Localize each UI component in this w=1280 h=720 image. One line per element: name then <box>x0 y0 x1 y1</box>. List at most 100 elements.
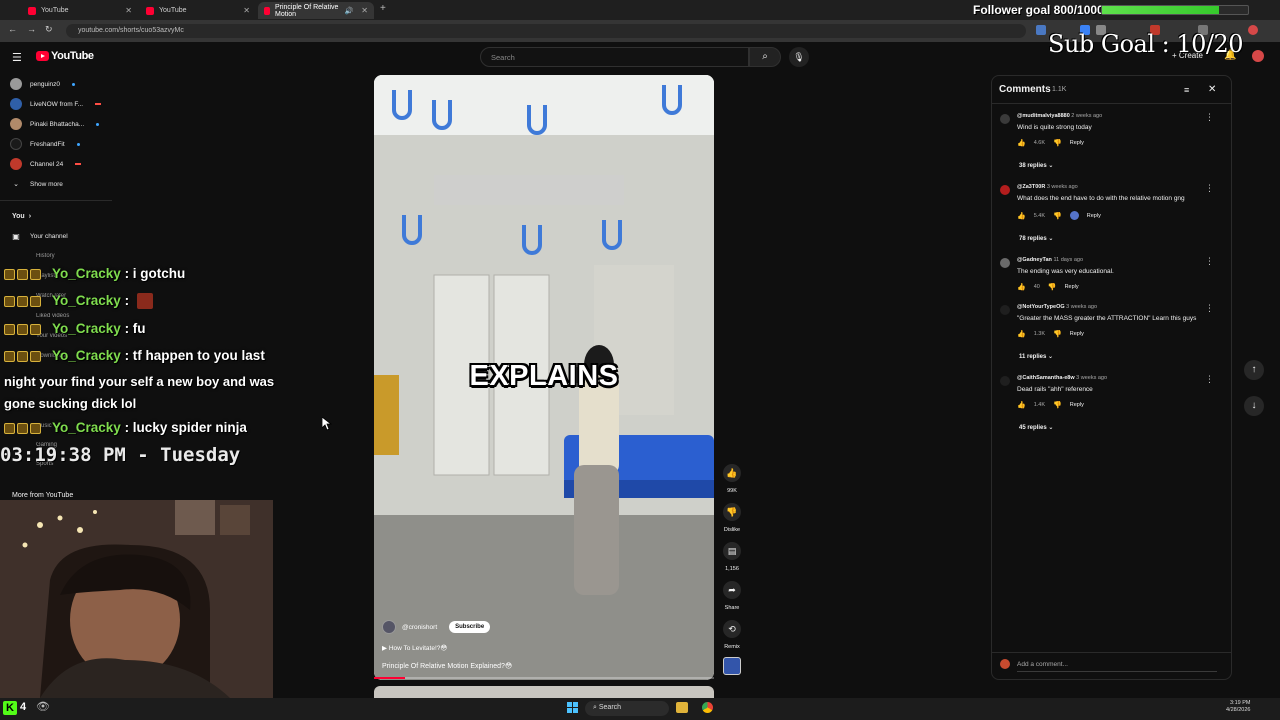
menu-hamburger-icon[interactable]: ☰ <box>12 51 22 64</box>
view-replies-button[interactable]: 45 replies ⌄ <box>1019 424 1053 431</box>
browser-tab-youtube-1[interactable]: YouTube ✕ <box>22 2 138 19</box>
youtube-logo-text[interactable]: YouTube <box>51 50 94 62</box>
reply-button[interactable]: Reply <box>1087 213 1101 219</box>
reload-icon[interactable]: ↻ <box>45 24 53 35</box>
sidebar-item-history[interactable]: History <box>36 253 55 259</box>
play-icon: ▶ <box>382 645 387 652</box>
comment-more-icon[interactable]: ⋮ <box>1205 183 1214 194</box>
windows-start-icon[interactable] <box>567 702 578 713</box>
thumbs-down-icon[interactable]: 👎 <box>1053 212 1062 220</box>
chat-message-continuation: night your find your self a new boy and … <box>4 374 275 411</box>
thumbs-up-icon[interactable]: 👍 <box>1017 330 1026 338</box>
reply-button[interactable]: Reply <box>1070 140 1084 146</box>
remix-button[interactable]: ⟲ <box>723 620 741 638</box>
next-short-arrow-down-icon[interactable]: ↓ <box>1244 396 1264 416</box>
new-tab-icon[interactable]: + <box>380 3 386 14</box>
sidebar-sub-pinaki[interactable]: Pinaki Bhattacha... <box>10 116 100 132</box>
thumbs-up-icon[interactable]: 👍 <box>1017 212 1026 220</box>
related-video-link[interactable]: ▶ How To Levitate!?😳 <box>382 644 447 652</box>
profile-avatar-icon[interactable] <box>1248 25 1258 35</box>
sidebar-sub-channel24[interactable]: Channel 24 <box>10 156 82 172</box>
thumbs-down-icon[interactable]: 👎 <box>1053 139 1062 147</box>
sidebar-show-more[interactable]: ⌄ Show more <box>10 176 63 192</box>
commenter-avatar[interactable] <box>1000 258 1010 268</box>
video-progress-bar[interactable] <box>374 677 714 679</box>
sidebar-item-liked-videos[interactable]: Liked videos <box>36 313 69 319</box>
reply-button[interactable]: Reply <box>1070 331 1084 337</box>
close-tab-icon[interactable]: ✕ <box>361 6 368 15</box>
chat-badges-icon <box>4 422 48 435</box>
add-comment-field[interactable]: Add a comment... <box>1000 659 1068 669</box>
thumbs-down-icon[interactable]: 👎 <box>1053 401 1062 409</box>
view-replies-button[interactable]: 38 replies ⌄ <box>1019 162 1053 169</box>
comments-button[interactable]: ▤ <box>723 542 741 560</box>
comment-more-icon[interactable]: ⋮ <box>1205 256 1214 267</box>
chat-badges-icon <box>4 323 48 336</box>
commenter-avatar[interactable] <box>1000 114 1010 124</box>
commenter-avatar[interactable] <box>1000 185 1010 195</box>
view-replies-button[interactable]: 78 replies ⌄ <box>1019 235 1053 242</box>
sidebar-sub-penguinz0[interactable]: penguinz0 <box>10 76 75 92</box>
channel-avatar[interactable] <box>382 620 396 634</box>
sound-thumbnail[interactable] <box>723 657 741 675</box>
back-icon[interactable]: ← <box>8 24 17 34</box>
channel-name[interactable]: @cronishort <box>402 624 437 631</box>
sidebar-sub-livenow[interactable]: LiveNOW from F... <box>10 96 102 112</box>
chrome-icon[interactable] <box>702 702 713 713</box>
dislike-label: Dislike <box>723 527 741 533</box>
follower-goal-fill <box>1102 6 1219 14</box>
file-explorer-icon[interactable] <box>676 702 688 713</box>
subscribe-button[interactable]: Subscribe <box>449 621 491 633</box>
account-avatar[interactable] <box>1252 50 1264 62</box>
like-button[interactable]: 👍 <box>723 464 741 482</box>
thumbs-down-icon[interactable]: 👎 <box>1053 330 1062 338</box>
comment-actions: 👍 1.4K 👎 Reply <box>1017 401 1084 409</box>
next-short-preview[interactable] <box>374 686 714 698</box>
close-icon[interactable]: ✕ <box>1208 84 1216 95</box>
comment-meta: @Za3T00R 3 weeks ago <box>1017 184 1078 190</box>
channel-avatar <box>10 118 22 130</box>
chat-message: Yo_Cracky : fu <box>4 321 146 336</box>
comment-more-icon[interactable]: ⋮ <box>1205 112 1214 123</box>
youtube-logo-icon[interactable] <box>36 51 49 61</box>
thumbs-down-icon[interactable]: 👎 <box>1048 283 1057 291</box>
comment-text: What does the end have to do with the re… <box>1017 195 1185 202</box>
comment-more-icon[interactable]: ⋮ <box>1205 374 1214 385</box>
sub-goal-label: Sub Goal : 10/20 <box>1048 30 1244 58</box>
browser-tab-active[interactable]: Principle Of Relative Motion 🔊 ✕ <box>258 2 374 19</box>
comment-text: "Greater the MASS greater the ATTRACTION… <box>1017 315 1197 322</box>
thumbs-up-icon[interactable]: 👍 <box>1017 401 1026 409</box>
comment-meta: @muditmalviya8880 2 weeks ago <box>1017 113 1103 119</box>
voice-search-mic-icon[interactable]: 🎙 <box>789 47 809 67</box>
previous-short-arrow-up-icon[interactable]: ↑ <box>1244 360 1264 380</box>
commenter-avatar[interactable] <box>1000 305 1010 315</box>
close-tab-icon[interactable]: ✕ <box>125 6 132 15</box>
sidebar-sub-freshandfit[interactable]: FreshandFit <box>10 136 80 152</box>
view-replies-button[interactable]: 11 replies ⌄ <box>1019 353 1053 360</box>
taskbar-search[interactable]: ⌕ Search <box>585 701 669 716</box>
address-bar[interactable]: youtube.com/shorts/cuo53azvyMc <box>66 24 1026 38</box>
extension-icon[interactable] <box>1036 25 1046 35</box>
share-button[interactable]: ➦ <box>723 581 741 599</box>
comment-more-icon[interactable]: ⋮ <box>1205 303 1214 314</box>
reply-button[interactable]: Reply <box>1070 402 1084 408</box>
commenter-avatar[interactable] <box>1000 376 1010 386</box>
search-button[interactable]: ⌕ <box>749 47 781 67</box>
sidebar-your-channel[interactable]: ▣ Your channel <box>10 228 68 244</box>
reply-button[interactable]: Reply <box>1065 284 1079 290</box>
comments-divider <box>992 652 1231 653</box>
close-tab-icon[interactable]: ✕ <box>243 6 250 15</box>
kick-logo-icon: K <box>3 701 17 715</box>
channel-avatar <box>10 158 22 170</box>
sidebar-you-header[interactable]: You › <box>12 208 31 224</box>
audio-playing-icon[interactable]: 🔊 <box>345 7 354 15</box>
sort-icon[interactable]: ≡ <box>1184 85 1189 95</box>
overlay-clock: 03:19:38 PM - Tuesday <box>0 444 241 466</box>
comment-text: The ending was very educational. <box>1017 268 1114 275</box>
search-input[interactable]: Search <box>480 47 749 67</box>
forward-icon[interactable]: → <box>27 24 36 34</box>
dislike-button[interactable]: 👎 <box>723 503 741 521</box>
thumbs-up-icon[interactable]: 👍 <box>1017 283 1026 291</box>
thumbs-up-icon[interactable]: 👍 <box>1017 139 1026 147</box>
browser-tab-youtube-2[interactable]: YouTube ✕ <box>140 2 256 19</box>
